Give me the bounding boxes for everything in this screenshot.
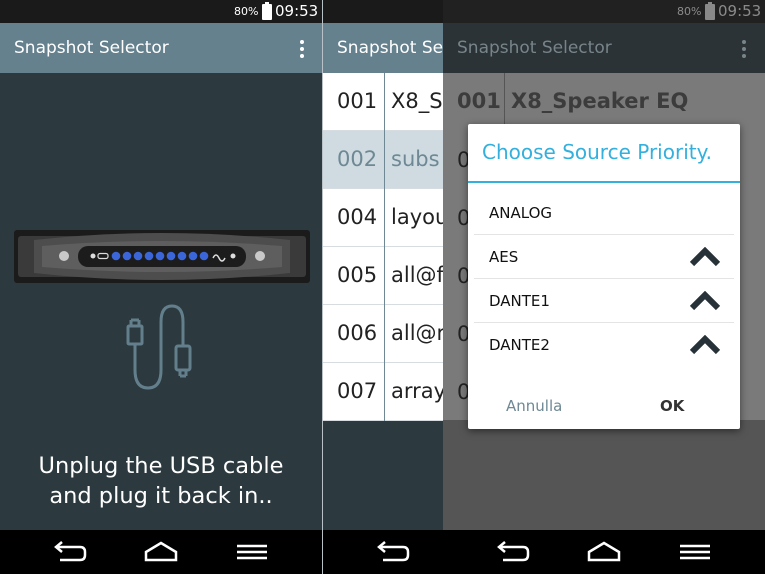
reconnect-message: Unplug the USB cable and plug it back in…: [0, 451, 322, 511]
battery-percent: 80%: [234, 5, 259, 18]
header-row-name: X8_Speaker EQ: [511, 89, 689, 113]
snapshot-name: all@f: [391, 263, 444, 287]
recents-icon[interactable]: [677, 540, 713, 564]
source-priority-dialog: Choose Source Priority. ANALOG AES DANTE…: [468, 124, 740, 429]
snapshot-number: 004: [337, 205, 378, 229]
snapshot-number: 006: [337, 321, 378, 345]
navigation-bar-overlay: [443, 530, 765, 574]
app-title: Snapshot Selector: [14, 38, 169, 58]
snapshot-name: layou: [391, 205, 449, 229]
row-divider: [384, 73, 385, 131]
header-row-dimmed: 001 X8_Speaker EQ: [443, 73, 765, 131]
overflow-menu-icon[interactable]: [299, 40, 305, 58]
move-up-icon[interactable]: [690, 291, 720, 311]
back-icon[interactable]: [495, 540, 531, 564]
empty-area-dimmed: [443, 420, 765, 530]
row-divider: [384, 363, 385, 421]
overflow-menu-icon-dimmed: [741, 40, 747, 58]
snapshot-number: 002: [337, 147, 378, 171]
dialog-title: Choose Source Priority.: [482, 140, 712, 164]
home-icon[interactable]: [143, 540, 179, 564]
row-divider: [384, 189, 385, 247]
priority-item-dante2: DANTE2: [474, 323, 734, 367]
priority-item-label: AES: [489, 248, 519, 266]
app-title-dimmed: Snapshot Selector: [457, 38, 612, 58]
row-divider: [384, 131, 385, 189]
status-bar-overlay: [443, 0, 765, 23]
status-bar: 80% 09:53: [0, 0, 322, 23]
app-title-underlay: Snapshot Sel: [337, 38, 448, 58]
right-screen: 80% 09:53 Snapshot Sel 001X8_S 002subs 0…: [323, 0, 765, 574]
priority-item-dante1: DANTE1: [474, 279, 734, 323]
snapshot-name: X8_S: [391, 89, 443, 113]
clock: 09:53: [275, 2, 319, 20]
snapshot-name: array: [391, 379, 447, 403]
move-up-icon[interactable]: [690, 335, 720, 355]
back-icon[interactable]: [375, 540, 411, 564]
battery-icon: [262, 2, 272, 20]
navigation-bar-underlay: [323, 530, 443, 574]
snapshot-name: subs: [391, 147, 440, 171]
snapshot-number: 005: [337, 263, 378, 287]
row-divider: [384, 305, 385, 363]
usb-cable-icon: [126, 304, 192, 390]
header-row-number: 001: [457, 89, 501, 113]
cancel-button[interactable]: Annulla: [506, 397, 562, 415]
navigation-bar: [0, 530, 322, 574]
priority-item-analog: ANALOG: [474, 191, 734, 235]
snapshot-number: 001: [337, 89, 378, 113]
back-icon[interactable]: [52, 540, 88, 564]
priority-item-label: DANTE1: [489, 292, 550, 310]
home-icon[interactable]: [586, 540, 622, 564]
reconnect-message-line-1: Unplug the USB cable: [38, 453, 284, 479]
snapshot-number: 007: [337, 379, 378, 403]
amplifier-rack-icon: [14, 230, 310, 283]
left-screen: 80% 09:53 Snapshot Selector Unplug the U…: [0, 0, 322, 574]
dialog-title-divider: [468, 181, 740, 183]
priority-item-label: DANTE2: [489, 336, 550, 354]
move-up-icon[interactable]: [690, 247, 720, 267]
app-bar-overlay: Snapshot Selector: [443, 23, 765, 73]
snapshot-name: all@r: [391, 321, 446, 345]
priority-item-aes: AES: [474, 235, 734, 279]
row-divider: [384, 247, 385, 305]
recents-icon[interactable]: [234, 540, 270, 564]
reconnect-message-line-2: and plug it back in..: [49, 483, 273, 509]
row-divider: [504, 73, 505, 131]
ok-button[interactable]: OK: [660, 397, 684, 415]
app-bar: Snapshot Selector: [0, 23, 322, 73]
priority-item-label: ANALOG: [489, 204, 552, 222]
